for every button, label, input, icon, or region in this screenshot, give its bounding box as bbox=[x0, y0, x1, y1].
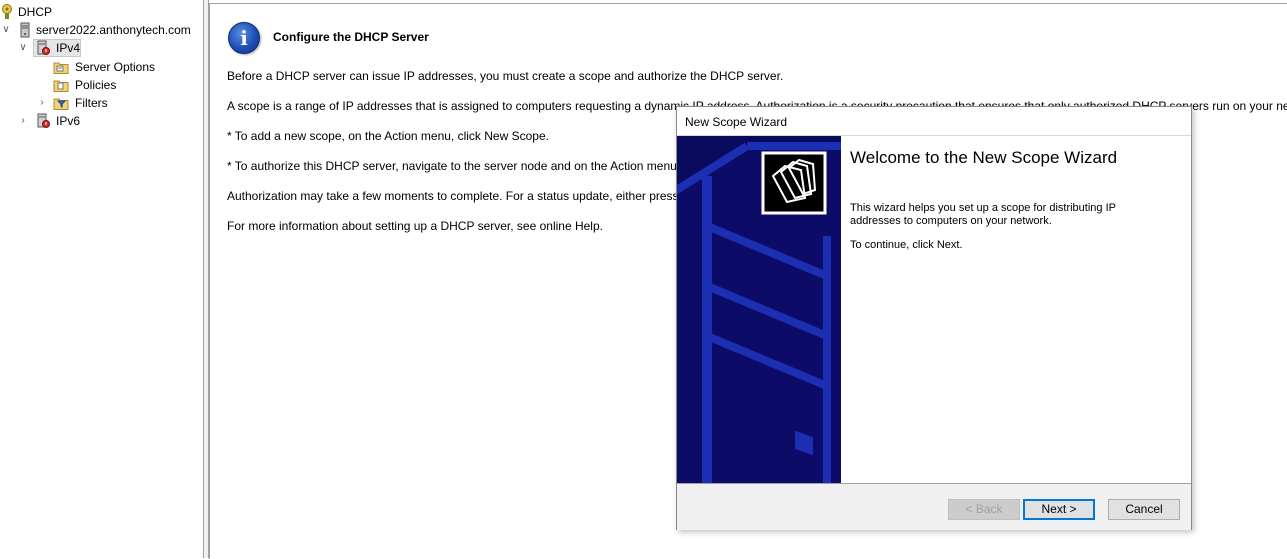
tree-node-server-options[interactable]: Server Options bbox=[0, 58, 200, 76]
wizard-heading: Welcome to the New Scope Wizard bbox=[850, 148, 1118, 167]
dialog-footer: < Back Next > Cancel bbox=[677, 483, 1191, 530]
ipv4-icon bbox=[36, 40, 52, 56]
cancel-button[interactable]: Cancel bbox=[1108, 499, 1180, 520]
tree-label-server-options: Server Options bbox=[75, 60, 156, 74]
tree-label-dhcp: DHCP bbox=[18, 5, 53, 19]
tree-node-server[interactable]: ∨ server2022.anthonytech.com bbox=[0, 21, 200, 39]
folder-icon bbox=[53, 59, 69, 75]
back-button[interactable]: < Back bbox=[948, 499, 1020, 520]
tree-node-policies[interactable]: Policies bbox=[0, 76, 200, 94]
tree-node-ipv6[interactable]: › IPv6 bbox=[0, 112, 200, 130]
next-button[interactable]: Next > bbox=[1023, 499, 1095, 520]
wizard-welcome-panel: Welcome to the New Scope Wizard This wiz… bbox=[841, 136, 1191, 483]
dialog-title: New Scope Wizard bbox=[685, 115, 788, 129]
tree-label-ipv6: IPv6 bbox=[56, 114, 81, 128]
tree-node-filters[interactable]: › Filters bbox=[0, 94, 200, 112]
chevron-right-icon[interactable]: › bbox=[37, 94, 47, 112]
paragraph-add-scope: * To add a new scope, on the Action menu… bbox=[227, 129, 549, 143]
wizard-description: This wizard helps you set up a scope for… bbox=[850, 202, 1116, 227]
info-icon: i bbox=[228, 22, 260, 54]
ipv6-icon bbox=[36, 113, 52, 129]
tree-label-filters: Filters bbox=[75, 96, 108, 110]
wizard-banner bbox=[677, 136, 841, 483]
server-icon bbox=[19, 22, 35, 38]
dialog-titlebar[interactable]: New Scope Wizard bbox=[677, 107, 1191, 136]
dhcp-icon bbox=[0, 4, 16, 20]
paragraph-intro: Before a DHCP server can issue IP addres… bbox=[227, 69, 784, 83]
wizard-continue-text: To continue, click Next. bbox=[850, 239, 963, 251]
tree-label-policies: Policies bbox=[75, 78, 117, 92]
page-title: Configure the DHCP Server bbox=[273, 30, 429, 44]
tree-node-dhcp[interactable]: DHCP bbox=[0, 3, 200, 21]
tree-label-ipv4: IPv4 bbox=[56, 41, 81, 55]
server-tower-illustration bbox=[677, 136, 841, 483]
tree-node-ipv4[interactable]: ∨ IPv4 bbox=[0, 39, 200, 57]
chevron-right-icon[interactable]: › bbox=[18, 112, 28, 130]
paragraph-help: For more information about setting up a … bbox=[227, 219, 603, 233]
filter-icon bbox=[53, 95, 69, 111]
tree-label-server: server2022.anthonytech.com bbox=[36, 23, 191, 37]
folder-icon bbox=[53, 77, 69, 93]
console-tree: DHCP ∨ server2022.anthonytech.com ∨ IPv4 bbox=[0, 0, 204, 558]
chevron-down-icon[interactable]: ∨ bbox=[1, 21, 11, 39]
chevron-down-icon[interactable]: ∨ bbox=[18, 39, 28, 57]
new-scope-wizard-dialog: New Scope Wizard Welcome to the New Scop bbox=[676, 106, 1192, 530]
